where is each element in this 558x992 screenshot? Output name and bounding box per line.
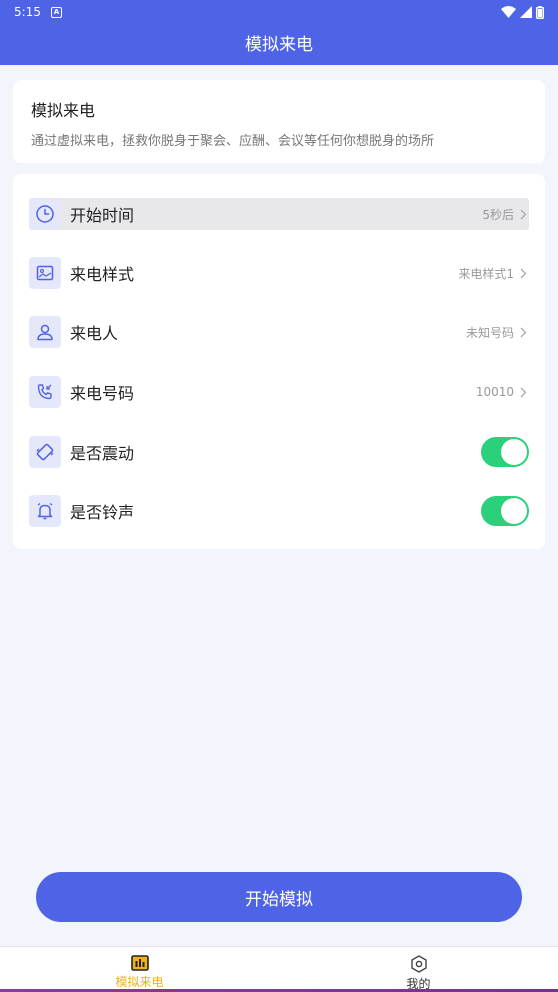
setting-row-vibrate: 是否震动: [29, 436, 529, 468]
status-right: [501, 5, 544, 19]
battery-icon: [536, 5, 544, 19]
intro-description: 通过虚拟来电，拯救你脱身于聚会、应酬、会议等任何你想脱身的场所: [31, 134, 435, 149]
setting-row-caller-number[interactable]: 来电号码 10010: [29, 376, 529, 408]
intro-title: 模拟来电: [31, 101, 96, 120]
bottom-tab-bar: 模拟来电 我的: [0, 946, 558, 992]
page-title: 模拟来电: [245, 35, 313, 55]
settings-hex-icon: [410, 955, 427, 973]
status-bar: 5:15 A: [0, 0, 558, 24]
ringtone-toggle[interactable]: [481, 496, 529, 526]
status-left: 5:15 A: [14, 5, 62, 19]
setting-label: 来电样式: [70, 265, 135, 284]
setting-label: 来电人: [70, 324, 119, 343]
chevron-right-icon: [520, 268, 527, 278]
setting-label: 来电号码: [70, 384, 135, 403]
setting-label: 开始时间: [70, 206, 135, 225]
setting-value-text: 未知号码: [465, 325, 514, 340]
image-icon: [29, 257, 61, 289]
bell-icon: [29, 495, 61, 527]
chevron-right-icon: [520, 387, 527, 397]
start-simulation-button[interactable]: 开始模拟: [36, 872, 522, 922]
setting-value: 5秒后: [482, 206, 529, 223]
setting-value: 未知号码: [466, 324, 529, 341]
tab-simulate-call[interactable]: 模拟来电: [0, 947, 279, 992]
tab-mine[interactable]: 我的: [279, 947, 558, 992]
phone-incoming-icon: [29, 376, 61, 408]
setting-row-ringtone: 是否铃声: [29, 495, 529, 527]
setting-value: 10010: [476, 385, 529, 399]
setting-label: 是否震动: [70, 444, 135, 463]
app-header: 5:15 A 模拟来电: [0, 0, 558, 65]
settings-card: 开始时间 5秒后 来电样式 来电样式1 来电人 未知号码 来电号码 10010 …: [13, 174, 545, 549]
setting-row-call-style[interactable]: 来电样式 来电样式1: [29, 257, 529, 289]
tab-label: 模拟来电: [115, 975, 164, 989]
vibrate-icon: [29, 436, 61, 468]
toggle-knob: [501, 498, 527, 524]
setting-value-text: 5秒后: [482, 207, 514, 222]
wifi-icon: [501, 6, 516, 18]
chevron-right-icon: [520, 327, 527, 337]
vibrate-toggle[interactable]: [481, 437, 529, 467]
signal-icon: [520, 6, 532, 18]
clock-icon: [29, 198, 61, 230]
setting-row-start-time[interactable]: 开始时间 5秒后: [29, 198, 529, 230]
status-time: 5:15: [14, 5, 41, 19]
person-icon: [29, 316, 61, 348]
setting-value: 来电样式1: [458, 265, 529, 282]
toggle-knob: [501, 439, 527, 465]
chart-icon: [130, 955, 149, 971]
setting-value-text: 10010: [475, 385, 514, 399]
chevron-right-icon: [520, 209, 527, 219]
notification-a-icon: A: [50, 6, 62, 18]
intro-card: 模拟来电 通过虚拟来电，拯救你脱身于聚会、应酬、会议等任何你想脱身的场所: [13, 80, 545, 163]
setting-value-text: 来电样式1: [458, 266, 514, 281]
setting-row-caller[interactable]: 来电人 未知号码: [29, 316, 529, 348]
setting-label: 是否铃声: [70, 503, 135, 522]
